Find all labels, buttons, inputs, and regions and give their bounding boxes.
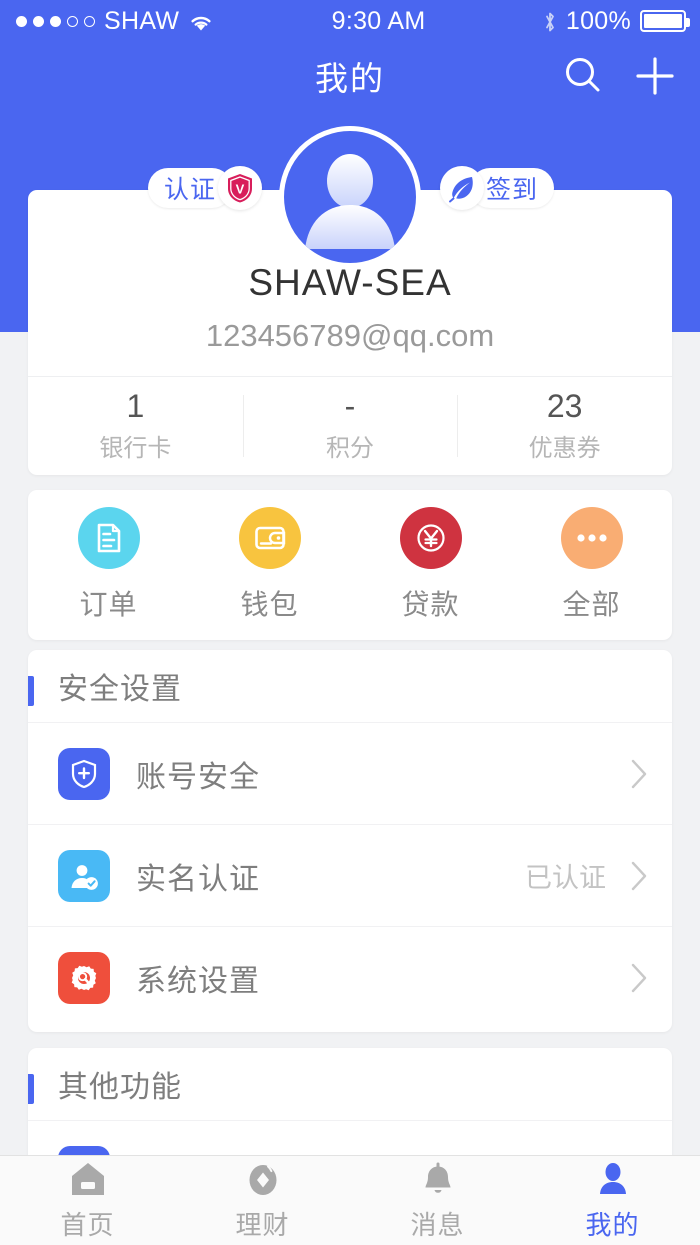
quick-action-orders[interactable]: 订单	[28, 507, 189, 623]
section-accent-bar	[28, 1074, 34, 1104]
quick-action-all[interactable]: 全部	[511, 507, 672, 623]
tab-finance[interactable]: 理财	[175, 1160, 350, 1242]
status-badge: 已认证	[525, 856, 606, 895]
list-item-account-security[interactable]: 账号安全	[28, 722, 672, 824]
shield-plus-icon	[58, 748, 110, 800]
chevron-right-icon	[628, 859, 650, 893]
quick-action-wallet[interactable]: 钱包	[189, 507, 350, 623]
battery-percent-label: 100%	[566, 7, 631, 36]
stat-item-points[interactable]: - 积分	[243, 377, 458, 475]
user-avatar-icon	[279, 126, 421, 268]
feather-pen-icon	[440, 166, 484, 210]
home-icon	[68, 1160, 108, 1198]
status-bar-right: 100%	[543, 7, 700, 36]
list-item-realname-verification[interactable]: 实名认证 已认证	[28, 824, 672, 926]
search-icon[interactable]	[560, 53, 606, 99]
list-item-system-settings[interactable]: 系统设置	[28, 926, 672, 1028]
bluetooth-icon	[543, 10, 557, 32]
list-item-label: 账号安全	[136, 752, 606, 796]
section-title: 安全设置	[58, 664, 182, 708]
quick-action-label: 全部	[562, 583, 620, 623]
tab-mine[interactable]: 我的	[525, 1160, 700, 1242]
tab-home[interactable]: 首页	[0, 1160, 175, 1242]
svg-text:V: V	[236, 182, 245, 197]
quick-action-label: 钱包	[240, 583, 298, 623]
coin-icon	[244, 1160, 282, 1198]
app-screen: SHAW 9:30 AM 100% 我的	[0, 0, 700, 1245]
signal-strength-icon	[16, 16, 95, 27]
quick-action-loans[interactable]: 贷款	[350, 507, 511, 623]
tab-label: 首页	[60, 1205, 114, 1242]
ellipsis-icon	[561, 507, 623, 569]
user-check-icon	[58, 850, 110, 902]
nav-actions	[560, 42, 678, 110]
security-settings-card: 安全设置 账号安全	[28, 650, 672, 1032]
shield-v-icon: V	[218, 166, 262, 210]
stat-item-bankcard[interactable]: 1 银行卡	[28, 377, 243, 475]
section-accent-bar	[28, 676, 34, 706]
carrier-label: SHAW	[104, 7, 179, 36]
section-header-security: 安全设置	[28, 650, 672, 722]
user-icon	[594, 1160, 632, 1198]
avatar[interactable]	[279, 126, 421, 268]
document-icon	[78, 507, 140, 569]
page-title: 我的	[315, 52, 385, 100]
tab-label: 理财	[235, 1205, 289, 1242]
wallet-icon	[239, 507, 301, 569]
stat-label: 积分	[326, 428, 374, 463]
profile-name: SHAW-SEA	[28, 262, 672, 304]
quick-actions-card: 订单 钱包	[28, 490, 672, 640]
chevron-right-icon	[628, 961, 650, 995]
quick-action-label: 贷款	[401, 583, 459, 623]
bell-icon	[419, 1160, 457, 1198]
stat-value: -	[345, 390, 356, 422]
status-bar-left: SHAW	[0, 7, 214, 36]
tab-messages[interactable]: 消息	[350, 1160, 525, 1242]
stat-item-coupons[interactable]: 23 优惠券	[457, 377, 672, 475]
stat-label: 银行卡	[99, 428, 171, 463]
checkin-badge[interactable]: 签到	[440, 168, 554, 208]
tab-label: 我的	[585, 1205, 639, 1242]
yen-coin-icon	[400, 507, 462, 569]
section-header-other: 其他功能	[28, 1048, 672, 1120]
nav-bar: 我的	[0, 42, 700, 110]
tab-label: 消息	[410, 1205, 464, 1242]
list-item-label: 系统设置	[136, 956, 606, 1000]
stat-value: 23	[547, 390, 583, 422]
plus-icon[interactable]	[632, 53, 678, 99]
battery-icon	[640, 10, 686, 32]
profile-email: 123456789@qq.com	[28, 318, 672, 354]
stat-label: 优惠券	[529, 428, 601, 463]
stat-value: 1	[126, 390, 144, 422]
clock-label: 9:30 AM	[214, 7, 543, 36]
wifi-icon	[188, 11, 214, 31]
verify-badge[interactable]: 认证 V	[148, 168, 262, 208]
section-title: 其他功能	[58, 1062, 182, 1106]
chevron-right-icon	[628, 757, 650, 791]
profile-stats: 1 银行卡 - 积分 23 优惠券	[28, 376, 672, 475]
quick-action-label: 订单	[79, 583, 137, 623]
status-bar: SHAW 9:30 AM 100%	[0, 0, 700, 42]
tab-bar: 首页 理财 消息	[0, 1155, 700, 1245]
gear-wrench-icon	[58, 952, 110, 1004]
list-item-label: 实名认证	[136, 854, 525, 898]
